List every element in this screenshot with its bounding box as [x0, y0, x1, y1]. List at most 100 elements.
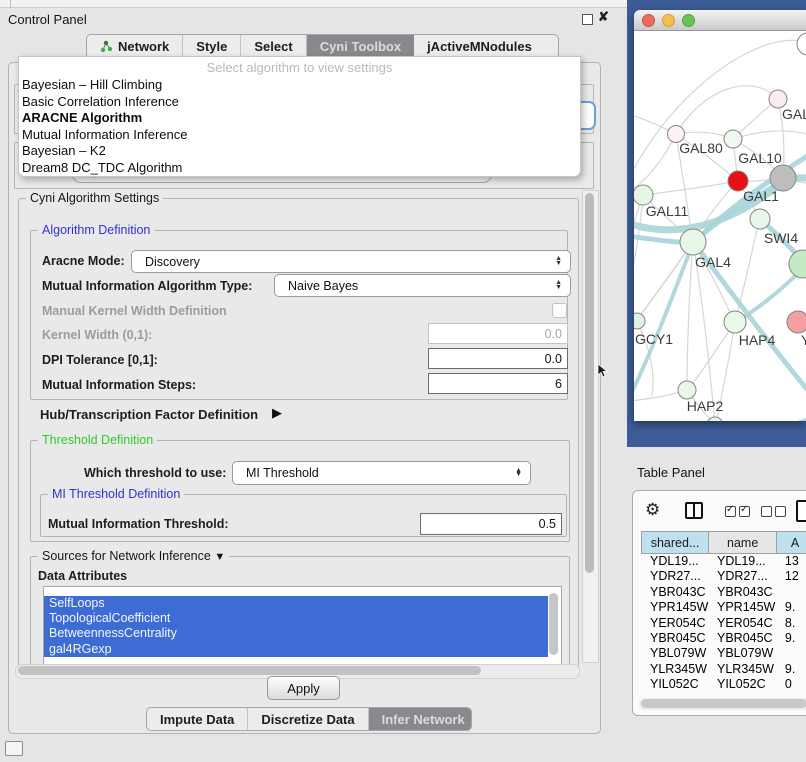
sources-title: Sources for Network Inference: [42, 549, 211, 563]
dropdown-item[interactable]: Basic Correlation Inference: [19, 94, 580, 111]
control-panel-title: Control Panel: [8, 12, 87, 27]
network-node[interactable]: [789, 250, 806, 278]
which-threshold-label: Which threshold to use:: [84, 466, 226, 480]
bottom-tab-impute-data[interactable]: Impute Data: [147, 708, 248, 730]
attribute-list-item[interactable]: SelfLoops: [44, 596, 548, 611]
column-header-shared[interactable]: shared...: [642, 532, 709, 553]
dropdown-item[interactable]: Bayesian – Hill Climbing: [19, 77, 580, 94]
control-panel: Control Panel ✘ Network Style SelectCyni T…: [0, 8, 606, 734]
network-node-label: HAP4: [739, 332, 776, 348]
dpi-tolerance-label: DPI Tolerance [0,1]:: [42, 353, 158, 367]
settings-hscrollbar-thumb[interactable]: [18, 666, 481, 675]
table-row[interactable]: YPR145WYPR145W9.: [641, 600, 806, 615]
table-row[interactable]: YBR043CYBR043C: [641, 585, 806, 600]
network-node[interactable]: [724, 130, 742, 148]
tab-style[interactable]: Style: [183, 35, 241, 58]
dropdown-item[interactable]: Bayesian – K2: [19, 143, 580, 160]
network-edge[interactable]: [644, 181, 738, 195]
table-cell: 9.: [776, 600, 806, 615]
aracne-mode-label: Aracne Mode:: [42, 254, 125, 268]
network-node[interactable]: [724, 311, 746, 333]
table-cell: YIL052C: [708, 677, 776, 692]
network-canvas[interactable]: GALGAL80GAL10GAL1GAL11SWI4GAL4GCY1HAP4YH…: [634, 31, 806, 421]
network-node[interactable]: [680, 229, 706, 255]
zoom-traffic-light[interactable]: [682, 14, 695, 27]
settings-vscrollbar-thumb[interactable]: [585, 193, 594, 573]
network-edge[interactable]: [733, 131, 806, 139]
attribute-list-item[interactable]: gal4RGexp: [44, 642, 548, 657]
table-row[interactable]: YDR27...YDR27...12: [641, 569, 806, 584]
table-cell: YBL079W: [641, 646, 708, 661]
bottom-tab-infer-network[interactable]: Infer Network: [369, 708, 472, 730]
bottom-tab-discretize-data[interactable]: Discretize Data: [248, 708, 368, 730]
collapse-arrow-icon[interactable]: ▼: [214, 551, 225, 563]
dropdown-item[interactable]: ARACNE Algorithm: [19, 110, 580, 127]
hub-section-label[interactable]: Hub/Transcription Factor Definition: [40, 407, 258, 422]
spinner-arrows-icon[interactable]: ▲▼: [555, 281, 570, 290]
spinner-arrows-icon[interactable]: ▲▼: [555, 257, 570, 266]
mi-steps-field[interactable]: 6: [428, 373, 568, 394]
algorithm-definition-title: Algorithm Definition: [38, 223, 154, 237]
network-node[interactable]: [634, 185, 653, 205]
spinner-arrows-icon[interactable]: ▲▼: [515, 469, 530, 478]
close-traffic-light[interactable]: [642, 14, 655, 27]
dpi-tolerance-field[interactable]: 0.0: [428, 348, 568, 369]
manual-kernel-checkbox[interactable]: [552, 303, 567, 318]
table-hscrollbar-thumb[interactable]: [641, 699, 806, 708]
network-edge[interactable]: [634, 134, 676, 191]
network-edge[interactable]: [689, 322, 735, 389]
table-cell: YDR27...: [641, 569, 708, 584]
table-cell: 13: [776, 554, 806, 569]
mi-type-combo[interactable]: Naive Bayes ▲▼: [274, 274, 571, 297]
dropdown-item[interactable]: Dream8 DC_TDC Algorithm: [19, 160, 580, 177]
table-row[interactable]: YBL079WYBL079W: [641, 646, 806, 661]
attribute-list-item[interactable]: BetweennessCentrality: [44, 626, 548, 641]
select-all-checkboxes-icon[interactable]: [725, 504, 753, 522]
data-attributes-list[interactable]: SelfLoopsTopologicalCoefficientBetweenne…: [43, 586, 562, 665]
network-node[interactable]: [797, 33, 806, 55]
table-row[interactable]: YBR045CYBR045C9.: [641, 631, 806, 646]
kernel-width-field[interactable]: 0.0: [428, 323, 568, 344]
deselect-all-checkboxes-icon[interactable]: [761, 504, 789, 522]
split-columns-icon[interactable]: [685, 502, 703, 519]
table-cell: 9.: [776, 662, 806, 677]
tab-jactivemnodules[interactable]: jActiveMNodules: [414, 35, 545, 58]
table-row[interactable]: YDL19...YDL19...13: [641, 554, 806, 569]
dropdown-placeholder: Select algorithm to view settings: [19, 57, 580, 77]
settings-vscrollbar-track[interactable]: [582, 190, 599, 663]
network-node[interactable]: [634, 313, 645, 329]
minimized-panel-icon[interactable]: [5, 741, 23, 756]
apply-button[interactable]: Apply: [267, 676, 340, 700]
attributes-vscrollbar[interactable]: [549, 593, 558, 655]
tab-cyni-toolbox[interactable]: Cyni Toolbox: [307, 35, 414, 58]
table-icon[interactable]: [796, 500, 806, 522]
table-row[interactable]: YLR345WYLR345W9.: [641, 662, 806, 677]
dropdown-item[interactable]: Mutual Information Inference: [19, 127, 580, 144]
table-panel-title: Table Panel: [637, 465, 705, 480]
network-node[interactable]: [678, 381, 696, 399]
close-icon[interactable]: ✘: [598, 9, 609, 25]
gear-icon[interactable]: ⚙: [645, 500, 660, 520]
dropdown-items: Bayesian – Hill ClimbingBasic Correlatio…: [19, 77, 580, 177]
mi-threshold-field[interactable]: 0.5: [420, 513, 562, 535]
column-header-A[interactable]: A: [777, 532, 806, 553]
network-edge[interactable]: [687, 242, 693, 389]
expand-arrow-icon[interactable]: ▶: [272, 405, 282, 421]
minimize-traffic-light[interactable]: [662, 14, 675, 27]
table-toolbar: ⚙: [633, 491, 806, 529]
table-hscrollbar[interactable]: [639, 698, 806, 710]
table-row[interactable]: YIL052CYIL052C0: [641, 677, 806, 692]
tab-network[interactable]: Network: [87, 35, 183, 58]
network-node[interactable]: [787, 311, 806, 333]
which-threshold-combo[interactable]: MI Threshold ▲▼: [232, 461, 531, 485]
attribute-list-item[interactable]: TopologicalCoefficient: [44, 611, 548, 626]
float-window-icon[interactable]: [582, 14, 593, 25]
table-cell: 12: [776, 569, 806, 584]
table-row[interactable]: YER054CYER054C8.: [641, 616, 806, 631]
tab-label: Style: [196, 39, 227, 54]
network-node[interactable]: [750, 209, 770, 229]
aracne-mode-combo[interactable]: Discovery ▲▼: [131, 250, 571, 273]
column-header-name[interactable]: name: [709, 532, 777, 553]
tab-select[interactable]: Select: [241, 35, 306, 58]
network-window-titlebar[interactable]: [634, 10, 806, 31]
